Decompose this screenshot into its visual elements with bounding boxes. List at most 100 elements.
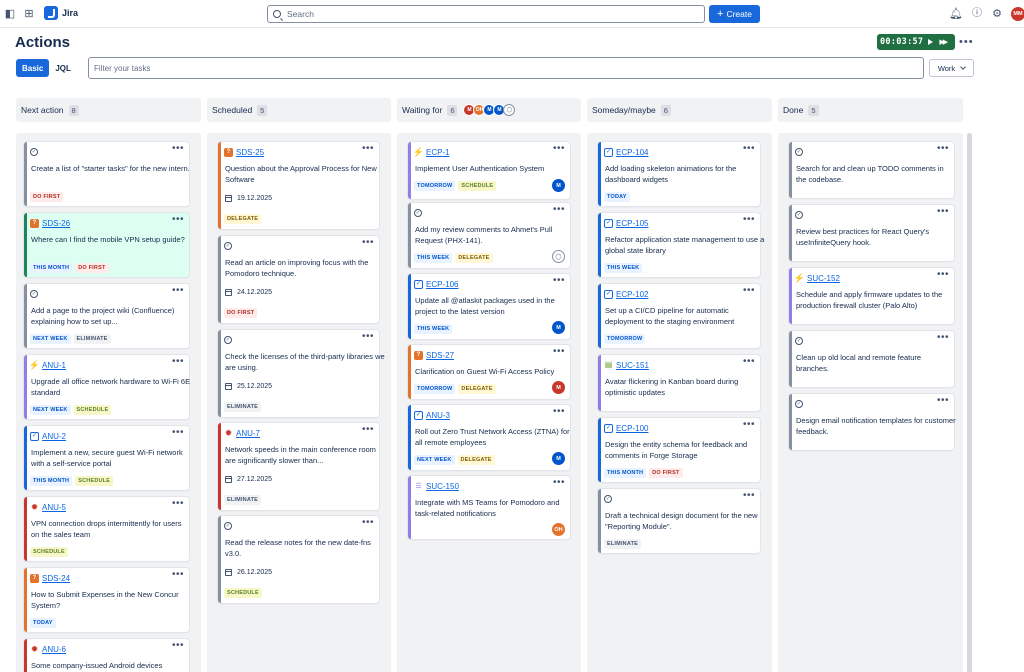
card[interactable]: ✓ ECP-105 ••• Refactor application state … <box>598 213 764 277</box>
help-icon[interactable]: ⓘ <box>971 8 983 20</box>
issue-key[interactable]: SDS-27 <box>426 351 454 360</box>
card-more-icon[interactable]: ••• <box>553 407 565 417</box>
card[interactable]: ✓ ECP-102 ••• Set up a CI/CD pipeline for… <box>598 284 760 348</box>
issue-key[interactable]: ANU-3 <box>426 411 450 420</box>
filter-tasks-input[interactable]: Filter your tasks <box>88 57 924 79</box>
card[interactable]: ✓ ••• Add my review comments to Ahmet's … <box>408 203 570 268</box>
card-more-icon[interactable]: ••• <box>362 238 374 248</box>
issue-key[interactable]: ANU-2 <box>42 432 66 441</box>
issue-key[interactable]: SUC-152 <box>807 274 840 283</box>
issue-key[interactable]: ECP-106 <box>426 280 458 289</box>
card[interactable]: ✓ ECP-106 ••• Update all @atlaskit packag… <box>408 274 570 339</box>
card[interactable]: ✓ ••• Add a page to the project wiki (Co… <box>24 284 189 348</box>
card[interactable]: ✹ ANU-6 ••• Some company-issued Android d… <box>24 639 189 672</box>
play-icon[interactable] <box>928 39 934 45</box>
card[interactable]: ? SDS-26 ••• Where can I find the mobile … <box>24 213 189 277</box>
card[interactable]: ✓ ••• Draft a technical design document … <box>598 489 760 553</box>
sidebar-toggle-icon[interactable]: ◧ <box>4 8 16 20</box>
card[interactable]: ✓ ••• Search for and clean up TODO comme… <box>789 142 954 198</box>
card[interactable]: ? SDS-27 ••• Clarification on Guest Wi-Fi… <box>408 345 570 399</box>
card-more-icon[interactable]: ••• <box>937 396 949 406</box>
card-more-icon[interactable]: ••• <box>553 478 565 488</box>
issue-key[interactable]: ANU-1 <box>42 361 66 370</box>
card[interactable]: ⚡ ANU-1 ••• Upgrade all office network ha… <box>24 355 190 419</box>
card[interactable]: ✓ ••• Clean up old local and remote feat… <box>789 331 954 387</box>
unassigned-avatar-icon[interactable]: ◯ <box>552 250 565 263</box>
card[interactable]: ✹ ANU-7 ••• Network speeds in the main co… <box>218 423 379 510</box>
assignee-avatar[interactable]: M <box>552 321 565 334</box>
issue-key[interactable]: ECP-104 <box>616 148 648 157</box>
card[interactable]: ⚡ ECP-1 ••• Implement User Authentication… <box>408 142 570 199</box>
card-more-icon[interactable]: ••• <box>553 144 565 154</box>
card[interactable]: ✓ ••• Check the licenses of the third-pa… <box>218 330 385 417</box>
assignee-avatar[interactable]: M <box>552 381 565 394</box>
card[interactable]: ✓ ••• Read an article on improving focus… <box>218 236 379 323</box>
card[interactable]: ✓ ANU-2 ••• Implement a new, secure guest… <box>24 426 189 490</box>
settings-gear-icon[interactable]: ⚙ <box>991 8 1003 20</box>
card-more-icon[interactable]: ••• <box>743 357 755 367</box>
board-scrollbar[interactable] <box>967 133 972 672</box>
issue-key[interactable]: ECP-100 <box>616 424 648 433</box>
card-more-icon[interactable]: ••• <box>172 357 184 367</box>
card-more-icon[interactable]: ••• <box>172 499 184 509</box>
column-header-scheduled[interactable]: Scheduled 5 <box>207 98 391 122</box>
assignee-avatar[interactable]: M <box>552 452 565 465</box>
card-more-icon[interactable]: ••• <box>172 641 184 651</box>
card-more-icon[interactable]: ••• <box>172 428 184 438</box>
card[interactable]: ⚡ SUC-152 ••• Schedule and apply firmware… <box>789 268 954 324</box>
column-header-next-action[interactable]: Next action 8 <box>16 98 201 122</box>
card-more-icon[interactable]: ••• <box>553 276 565 286</box>
issue-key[interactable]: SUC-151 <box>616 361 649 370</box>
issue-key[interactable]: ECP-1 <box>426 148 450 157</box>
jira-logo[interactable]: Jira <box>44 6 78 20</box>
work-type-select[interactable]: Work <box>929 59 974 77</box>
notifications-bell-icon[interactable]: 🔔︎ <box>949 8 963 20</box>
issue-key[interactable]: ECP-102 <box>616 290 648 299</box>
card[interactable]: ✓ ••• Create a list of "starter tasks" f… <box>24 142 190 206</box>
issue-key[interactable]: SDS-26 <box>42 219 70 228</box>
card[interactable]: ✓ ECP-100 ••• Design the entity schema fo… <box>598 418 760 482</box>
card-more-icon[interactable]: ••• <box>362 425 374 435</box>
card-more-icon[interactable]: ••• <box>362 518 374 528</box>
card[interactable]: ✓ ANU-3 ••• Roll out Zero Trust Network A… <box>408 405 570 470</box>
card-more-icon[interactable]: ••• <box>553 347 565 357</box>
assignee-avatar[interactable]: M <box>552 179 565 192</box>
issue-key[interactable]: SDS-24 <box>42 574 70 583</box>
card[interactable]: ? SDS-24 ••• How to Submit Expenses in th… <box>24 568 189 632</box>
unassigned-avatar-icon[interactable]: ◯ <box>503 104 516 116</box>
assignee-avatar[interactable]: OH <box>552 523 565 536</box>
card-more-icon[interactable]: ••• <box>362 332 374 342</box>
card[interactable]: ✓ ••• Review best practices for React Qu… <box>789 205 954 261</box>
create-button[interactable]: + Create <box>709 5 760 23</box>
card-more-icon[interactable]: ••• <box>172 570 184 580</box>
card[interactable]: ? SDS-25 ••• Question about the Approval … <box>218 142 379 229</box>
card[interactable]: ▤ SUC-151 ••• Avatar flickering in Kanban… <box>598 355 760 411</box>
issue-key[interactable]: ECP-105 <box>616 219 648 228</box>
card[interactable]: ✓ ••• Read the release notes for the new… <box>218 516 379 603</box>
card[interactable]: ✓ ECP-104 ••• Add loading skeleton animat… <box>598 142 760 206</box>
card-more-icon[interactable]: ••• <box>172 286 184 296</box>
card-more-icon[interactable]: ••• <box>937 333 949 343</box>
skip-forward-icon[interactable]: ▶▶ <box>939 38 948 46</box>
card-more-icon[interactable]: ••• <box>743 215 755 225</box>
issue-key[interactable]: ANU-5 <box>42 503 66 512</box>
card[interactable]: ☰ SUC-150 ••• Integrate with MS Teams for… <box>408 476 570 539</box>
app-switcher-icon[interactable]: ⊞ <box>23 8 35 20</box>
card-more-icon[interactable]: ••• <box>743 491 755 501</box>
column-header-done[interactable]: Done 5 <box>778 98 963 122</box>
column-header-waiting-for[interactable]: Waiting for 6 M OH M M ◯ <box>397 98 581 122</box>
user-avatar[interactable]: MM <box>1011 7 1024 21</box>
column-header-someday-maybe[interactable]: Someday/maybe 6 <box>587 98 772 122</box>
card[interactable]: ✹ ANU-5 ••• VPN connection drops intermit… <box>24 497 189 561</box>
more-options-icon[interactable]: ••• <box>959 37 974 48</box>
card-more-icon[interactable]: ••• <box>937 144 949 154</box>
card-more-icon[interactable]: ••• <box>172 215 184 225</box>
issue-key[interactable]: SDS-25 <box>236 148 264 157</box>
issue-key[interactable]: ANU-6 <box>42 645 66 654</box>
card-more-icon[interactable]: ••• <box>743 144 755 154</box>
card-more-icon[interactable]: ••• <box>553 205 565 215</box>
issue-key[interactable]: SUC-150 <box>426 482 459 491</box>
search-input[interactable]: Search <box>267 5 705 23</box>
basic-mode-button[interactable]: Basic <box>16 59 50 77</box>
issue-key[interactable]: ANU-7 <box>236 429 260 438</box>
